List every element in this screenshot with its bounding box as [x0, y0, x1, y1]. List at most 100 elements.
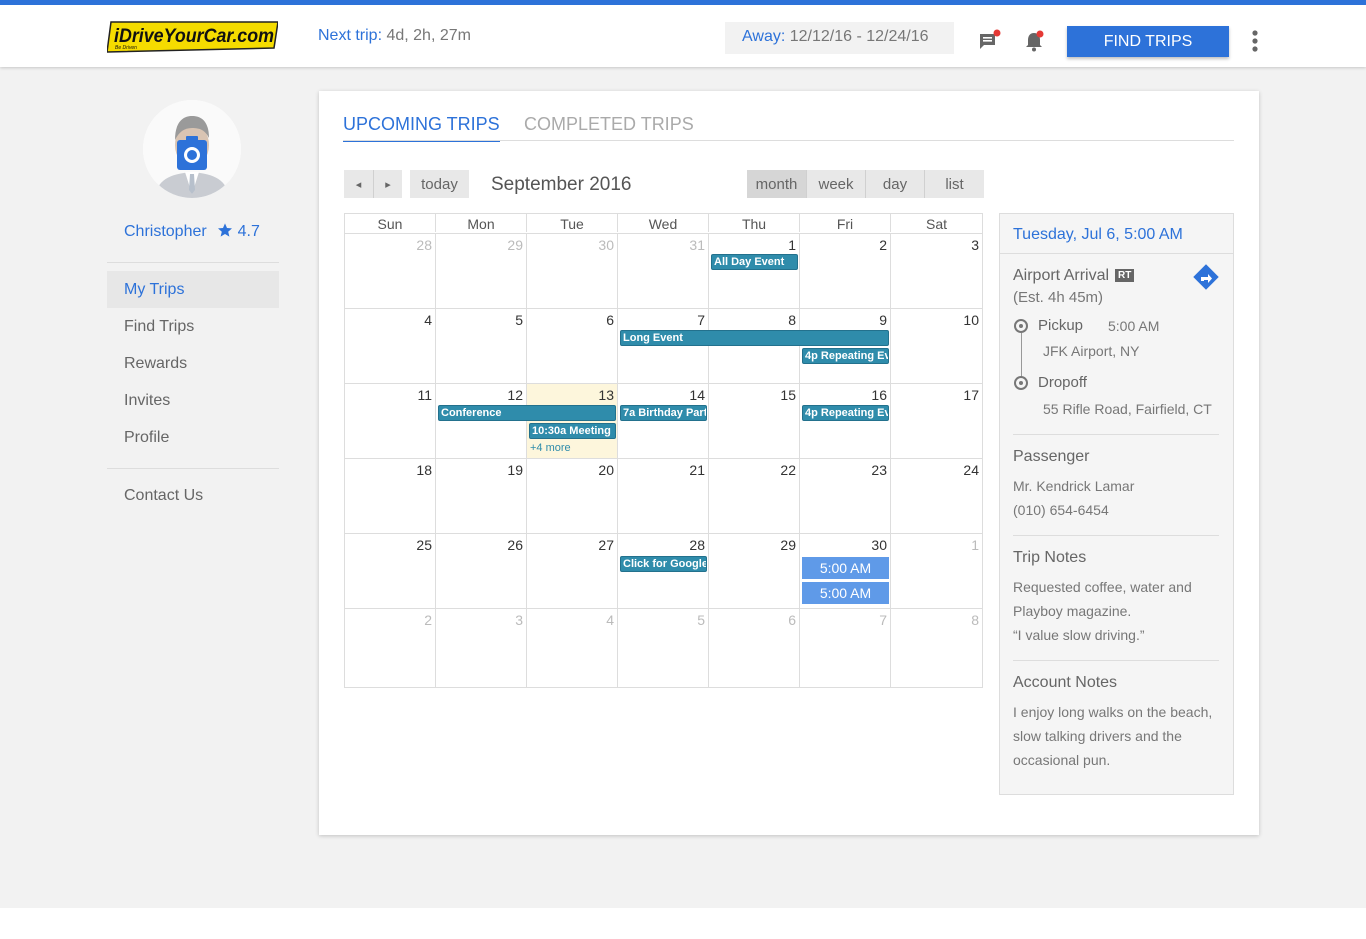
- next-trip-label: Next trip:: [318, 27, 383, 44]
- day-number: 19: [507, 462, 523, 478]
- day-number: 8: [788, 312, 796, 328]
- calendar-day-cell[interactable]: 31: [618, 233, 709, 308]
- day-number: 11: [417, 387, 432, 403]
- calendar-day-cell[interactable]: 22: [709, 458, 800, 533]
- calendar-day-cell[interactable]: 20: [527, 458, 618, 533]
- tab-upcoming-trips[interactable]: UPCOMING TRIPS: [343, 114, 500, 142]
- calendar-day-cell[interactable]: 4: [527, 608, 618, 688]
- calendar-day-cell[interactable]: 27: [527, 533, 618, 608]
- event-all-day[interactable]: All Day Event: [711, 254, 798, 270]
- calendar-next-button[interactable]: ▸: [373, 170, 402, 198]
- calendar-day-cell[interactable]: 4: [345, 308, 436, 383]
- event-repeating[interactable]: 4p Repeating Event: [802, 348, 889, 364]
- event-google[interactable]: Click for Google: [620, 556, 707, 572]
- away-dates[interactable]: Away: 12/12/16 - 12/24/16: [725, 22, 954, 54]
- view-day-button[interactable]: day: [865, 170, 924, 198]
- calendar-day-cell[interactable]: 24: [891, 458, 982, 533]
- account-notes-line: I enjoy long walks on the beach,: [1013, 704, 1213, 720]
- dropoff-place: 55 Rifle Road, Fairfield, CT: [1043, 401, 1212, 417]
- tab-completed-trips[interactable]: COMPLETED TRIPS: [524, 114, 694, 140]
- calendar-day-cell[interactable]: 30: [527, 233, 618, 308]
- calendar-day-cell[interactable]: 11: [345, 383, 436, 458]
- day-number: 29: [780, 537, 796, 553]
- day-number: 30: [871, 537, 887, 553]
- calendar-day-cell[interactable]: 5: [618, 608, 709, 688]
- day-number: 25: [416, 537, 432, 553]
- calendar-day-cell[interactable]: 8: [891, 608, 982, 688]
- calendar-day-cell[interactable]: 10: [891, 308, 982, 383]
- day-number: 22: [780, 462, 796, 478]
- event-repeating[interactable]: 4p Repeating Event: [802, 405, 889, 421]
- calendar-day-cell[interactable]: 5: [436, 308, 527, 383]
- day-number: 28: [416, 237, 432, 253]
- calendar-day-cell[interactable]: 18: [345, 458, 436, 533]
- event-long[interactable]: Long Event: [620, 330, 889, 346]
- sidebar-item-rewards[interactable]: Rewards: [107, 345, 279, 382]
- calendar-day-cell[interactable]: 29: [709, 533, 800, 608]
- event-birthday[interactable]: 7a Birthday Party: [620, 405, 707, 421]
- trip-notes-line: Playboy magazine.: [1013, 603, 1132, 619]
- away-value: 12/12/16 - 12/24/16: [785, 28, 929, 45]
- calendar-prev-button[interactable]: ◂: [344, 170, 373, 198]
- calendar-today-button[interactable]: today: [410, 170, 469, 198]
- calendar-day-cell[interactable]: 17: [891, 383, 982, 458]
- calendar-day-cell[interactable]: 19: [436, 458, 527, 533]
- calendar-day-cell[interactable]: 1: [709, 233, 800, 308]
- calendar-day-cell[interactable]: 2: [800, 233, 891, 308]
- view-week-button[interactable]: week: [806, 170, 865, 198]
- detail-divider: [1013, 434, 1219, 435]
- calendar-day-cell[interactable]: 21: [618, 458, 709, 533]
- calendar-day-cell[interactable]: 7: [800, 608, 891, 688]
- messages-icon[interactable]: [977, 29, 1001, 53]
- calendar-day-cell[interactable]: 1: [891, 533, 982, 608]
- sidebar-item-find-trips[interactable]: Find Trips: [107, 308, 279, 345]
- trip-event[interactable]: 5:00 AM: [802, 582, 889, 604]
- month-grid: Sun Mon Tue Wed Thu Fri Sat 28 29 30 31 1 2 3 4…: [344, 213, 983, 688]
- sidebar-item-invites[interactable]: Invites: [107, 382, 279, 419]
- find-trips-button[interactable]: FIND TRIPS: [1067, 26, 1229, 57]
- day-number: 10: [963, 312, 979, 328]
- view-list-button[interactable]: list: [924, 170, 984, 198]
- calendar-day-cell[interactable]: 3: [891, 233, 982, 308]
- more-events-link[interactable]: +4 more: [530, 442, 571, 454]
- avatar[interactable]: [143, 100, 241, 198]
- calendar-day-cell[interactable]: 15: [709, 383, 800, 458]
- sidebar-item-profile[interactable]: Profile: [107, 419, 279, 456]
- trip-detail-panel: Tuesday, Jul 6, 5:00 AM Airport Arrival R…: [999, 213, 1234, 795]
- day-number: 4: [424, 312, 432, 328]
- account-notes-heading: Account Notes: [1013, 674, 1118, 691]
- view-month-button[interactable]: month: [747, 170, 806, 198]
- weekday-header: Tue: [527, 214, 618, 232]
- event-conference[interactable]: Conference: [438, 405, 616, 421]
- user-name[interactable]: Christopher: [124, 223, 207, 240]
- calendar-day-cell[interactable]: 28: [345, 233, 436, 308]
- trip-event[interactable]: 5:00 AM: [802, 557, 889, 579]
- calendar-day-cell[interactable]: 6: [709, 608, 800, 688]
- day-number: 1: [971, 537, 979, 553]
- calendar-day-cell[interactable]: 6: [527, 308, 618, 383]
- calendar-day-cell[interactable]: 29: [436, 233, 527, 308]
- more-vert-icon[interactable]: [1245, 29, 1265, 55]
- passenger-phone[interactable]: (010) 654-6454: [1013, 502, 1109, 518]
- calendar-day-cell[interactable]: 23: [800, 458, 891, 533]
- trips-card: UPCOMING TRIPS COMPLETED TRIPS ◂ ▸ today…: [319, 91, 1259, 835]
- day-number: 21: [689, 462, 705, 478]
- calendar-day-cell[interactable]: 2: [345, 608, 436, 688]
- site-logo[interactable]: iDriveYourCar.com Be Driven: [107, 20, 278, 54]
- sidebar-item-my-trips[interactable]: My Trips: [107, 271, 279, 308]
- calendar-day-cell[interactable]: 25: [345, 533, 436, 608]
- notifications-icon[interactable]: [1022, 29, 1046, 53]
- trip-type: Airport Arrival RT: [1013, 267, 1135, 285]
- star-icon: [217, 222, 233, 243]
- event-meeting[interactable]: 10:30a Meeting: [529, 423, 616, 439]
- day-number: 23: [871, 462, 887, 478]
- directions-icon[interactable]: [1192, 263, 1220, 296]
- sidebar-item-contact-us[interactable]: Contact Us: [107, 477, 279, 514]
- day-number: 18: [416, 462, 432, 478]
- pickup-marker-icon: [1014, 319, 1028, 333]
- away-label: Away:: [742, 28, 786, 45]
- calendar-day-cell[interactable]: 3: [436, 608, 527, 688]
- day-number: 20: [598, 462, 614, 478]
- camera-icon[interactable]: [177, 136, 207, 170]
- calendar-day-cell[interactable]: 26: [436, 533, 527, 608]
